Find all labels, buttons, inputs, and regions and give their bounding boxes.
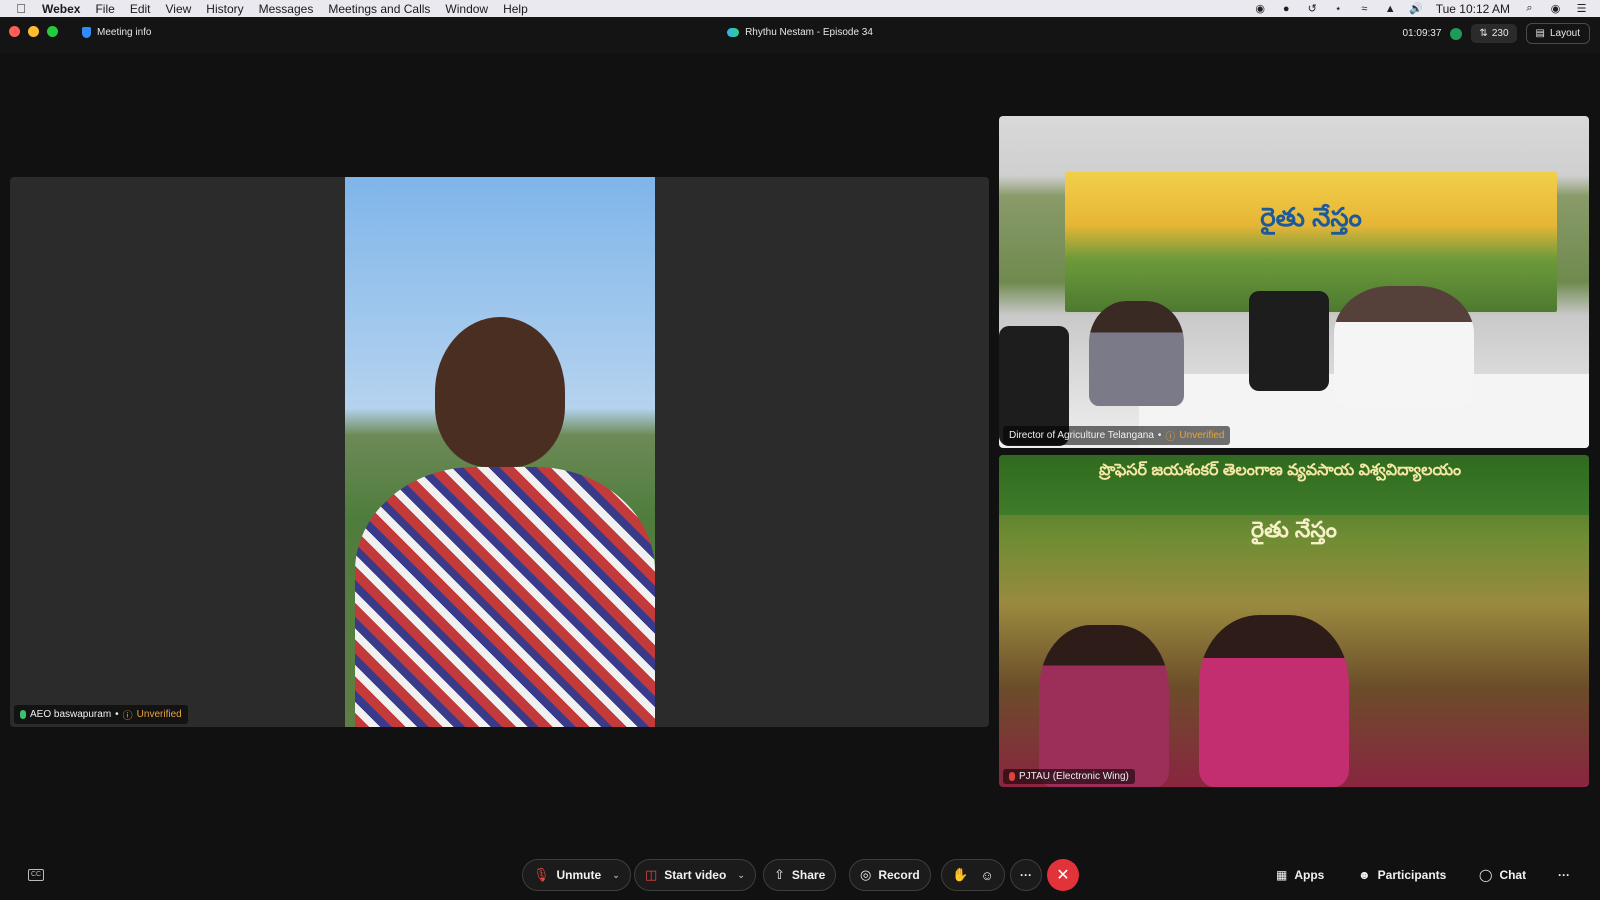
start-video-label: Start video [664, 868, 727, 882]
farmer-figure [435, 317, 565, 467]
menu-clock[interactable]: Tue 10:12 AM [1436, 2, 1510, 16]
apps-icon: ▦ [1276, 868, 1288, 882]
record-icon: ◎ [860, 867, 872, 882]
overflow-label: ··· [1558, 868, 1570, 882]
siri-icon[interactable]: ◉ [1549, 2, 1562, 15]
chat-button[interactable]: ◯ Chat [1479, 859, 1526, 891]
menu-app-webex[interactable]: Webex [42, 2, 80, 16]
mic-muted-icon [1009, 772, 1015, 781]
unmute-button[interactable]: 🎙 Unmute ⌄ [522, 859, 631, 891]
menu-messages[interactable]: Messages [259, 2, 314, 16]
wifi-icon[interactable]: ≈ [1358, 2, 1371, 15]
presenter-3 [1419, 605, 1569, 787]
more-options-button[interactable]: ··· [1010, 859, 1042, 891]
chat-label: Chat [1499, 868, 1527, 882]
unverified-icon: ⓘ [122, 711, 133, 722]
meeting-title: Rhythu Nestam - Episode 34 [0, 27, 1600, 38]
meeting-toolbar: CC 🎙 Unmute ⌄ ◫ Start video ⌄ ⇧ Share ◎ … [0, 852, 1600, 898]
status-app-icon[interactable]: ◉ [1254, 2, 1267, 15]
connection-status-icon[interactable] [1450, 27, 1463, 40]
main-video-tile[interactable]: AEO baswapuram • ⓘ Unverified [10, 177, 989, 727]
status-area: ◉ ● ↺ ⋆ ≈ ▲ 🔊 Tue 10:12 AM ⌕ ◉ ☰ [1254, 0, 1588, 17]
closed-captions-icon[interactable]: CC [28, 869, 44, 881]
reactions-group: ✋ ☺ [941, 859, 1005, 891]
people-icon: ⇅ [1479, 28, 1488, 39]
main-participant-video [345, 177, 655, 727]
chat-bubble-icon: ◯ [1479, 868, 1493, 882]
mic-on-icon [20, 710, 26, 719]
chevron-down-icon[interactable]: ⌄ [612, 870, 620, 881]
apple-icon[interactable]:  [0, 1, 42, 16]
webex-logo-icon [727, 27, 740, 37]
menu-file[interactable]: File [95, 2, 114, 16]
program-title-text: రైతు నేస్తం [1251, 517, 1337, 542]
participants-button[interactable]: ☻ Participants [1358, 859, 1446, 891]
person-icon: ☻ [1358, 868, 1371, 882]
pjtau-tile-label: PJTAU (Electronic Wing) [1003, 769, 1135, 784]
raise-hand-icon[interactable]: ✋ [952, 867, 968, 883]
control-center-icon[interactable]: ☰ [1575, 2, 1588, 15]
apps-button[interactable]: ▦ Apps [1276, 859, 1324, 891]
director-participant-name: Director of Agriculture Telangana [1009, 430, 1154, 441]
end-call-button[interactable]: ✕ [1047, 859, 1079, 891]
menu-bar:  Webex File Edit View History Messages … [0, 0, 1600, 17]
apps-label: Apps [1294, 868, 1325, 882]
layout-label: Layout [1549, 28, 1580, 39]
overflow-menu-button[interactable]: ··· [1558, 859, 1570, 891]
participant-count-badge[interactable]: ⇅ 230 [1471, 24, 1517, 43]
menu-window[interactable]: Window [445, 2, 488, 16]
reactions-icon[interactable]: ☺ [980, 868, 993, 883]
office-chair [1249, 291, 1329, 391]
camera-status-icon[interactable]: ● [1280, 2, 1293, 15]
share-icon: ⇧ [774, 867, 785, 882]
unverified-icon: ⓘ [1165, 432, 1176, 443]
woman-figure [1089, 301, 1184, 406]
menu-view[interactable]: View [166, 2, 192, 16]
participants-label: Participants [1377, 868, 1447, 882]
unmute-label: Unmute [556, 868, 602, 882]
director-unverified-status: Unverified [1179, 430, 1225, 441]
start-video-button[interactable]: ◫ Start video ⌄ [634, 859, 756, 891]
mic-muted-icon: 🎙 [533, 867, 550, 882]
banner-title-text: రైతు నేస్తం [1260, 202, 1362, 232]
menu-help[interactable]: Help [503, 2, 528, 16]
meeting-timer: 01:09:37 [1402, 28, 1442, 39]
menu-edit[interactable]: Edit [130, 2, 151, 16]
record-button[interactable]: ◎ Record [849, 859, 931, 891]
pjtau-video-tile[interactable]: ప్రొఫెసర్ జయశంకర్ తెలంగాణ వ్యవసాయ విశ్వవ… [999, 455, 1589, 787]
man-figure [1334, 286, 1474, 406]
presenter-1 [1039, 625, 1169, 787]
record-label: Record [878, 868, 920, 882]
bluetooth-icon[interactable]: ⋆ [1332, 2, 1345, 15]
layout-button[interactable]: ▤ Layout [1525, 23, 1590, 44]
menu-history[interactable]: History [206, 2, 243, 16]
menu-meetings-and-calls[interactable]: Meetings and Calls [328, 2, 430, 16]
share-button[interactable]: ⇧ Share [763, 859, 837, 891]
university-banner-text: ప్రొఫెసర్ జయశంకర్ తెలంగాణ వ్యవసాయ విశ్వవ… [1099, 462, 1462, 479]
window-title-bar: Meeting info Rhythu Nestam - Episode 34 … [0, 17, 1600, 53]
director-tile-label: Director of Agriculture Telangana • ⓘ Un… [1003, 426, 1231, 445]
meeting-title-text: Rhythu Nestam - Episode 34 [745, 27, 873, 38]
share-label: Share [791, 868, 826, 882]
volume-icon[interactable]: 🔊 [1409, 2, 1423, 15]
main-tile-label: AEO baswapuram • ⓘ Unverified [14, 705, 188, 724]
participant-count: 230 [1491, 28, 1509, 39]
spotlight-search-icon[interactable]: ⌕ [1523, 2, 1536, 15]
more-options-label: ··· [1020, 868, 1032, 882]
farmer-shirt [355, 467, 655, 727]
airplay-icon[interactable]: ▲ [1384, 2, 1397, 15]
layout-icon: ▤ [1535, 28, 1545, 39]
main-participant-name: AEO baswapuram [30, 709, 112, 720]
video-off-icon: ◫ [645, 867, 658, 882]
time-machine-icon[interactable]: ↺ [1306, 2, 1319, 15]
close-icon: ✕ [1056, 867, 1070, 884]
university-banner: ప్రొఫెసర్ జయశంకర్ తెలంగాణ వ్యవసాయ విశ్వవ… [999, 455, 1589, 515]
pjtau-participant-name: PJTAU (Electronic Wing) [1019, 771, 1129, 782]
titlebar-right-controls: 01:09:37 ⇅ 230 ▤ Layout [1402, 23, 1590, 44]
presenter-2 [1199, 615, 1349, 787]
chevron-down-icon[interactable]: ⌄ [737, 870, 745, 881]
main-unverified-status: Unverified [136, 709, 182, 720]
director-video-tile[interactable]: రైతు నేస్తం Director of Agriculture Tela… [999, 116, 1589, 448]
